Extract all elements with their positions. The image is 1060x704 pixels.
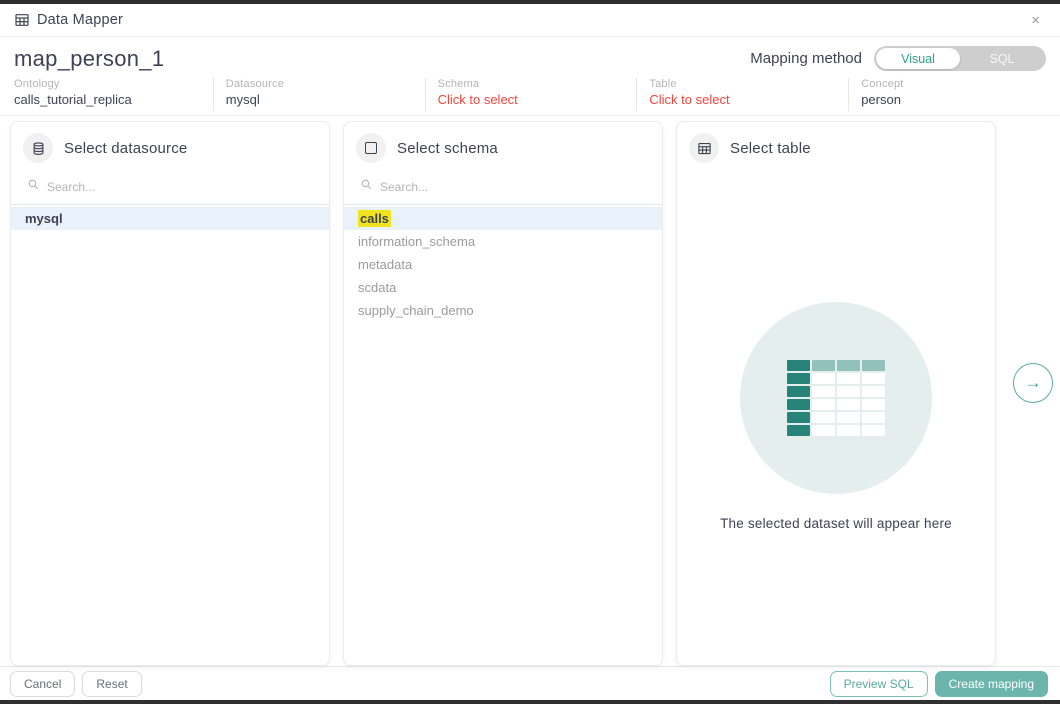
panel-title: Select datasource [64, 140, 187, 157]
preview-sql-button[interactable]: Preview SQL [830, 671, 928, 697]
cancel-button[interactable]: Cancel [10, 671, 75, 697]
toggle-option-sql[interactable]: SQL [960, 48, 1044, 69]
schema-list: calls information_schema metadata scdata [344, 205, 662, 322]
table-panel: Select table [676, 121, 996, 666]
field-ontology: Ontology calls_tutorial_replica [14, 78, 213, 111]
mapping-method: Mapping method Visual SQL [750, 46, 1046, 71]
square-icon [356, 133, 386, 163]
next-arrow-button[interactable]: → [1013, 363, 1053, 403]
close-icon[interactable]: × [1025, 11, 1046, 30]
field-value: mysql [226, 92, 415, 107]
list-item-supply-chain-demo[interactable]: supply_chain_demo [344, 299, 662, 322]
highlighted-match: calls [358, 210, 391, 227]
list-item-label: metadata [358, 257, 412, 272]
schema-panel: Select schema calls [343, 121, 663, 666]
toggle-option-visual[interactable]: Visual [876, 48, 960, 69]
field-label: Table [649, 78, 838, 90]
field-schema[interactable]: Schema Click to select [425, 78, 637, 111]
list-item-label: mysql [25, 211, 63, 226]
field-value-click-to-select[interactable]: Click to select [438, 92, 627, 107]
field-value: person [861, 92, 1050, 107]
mapping-method-toggle: Visual SQL [874, 46, 1046, 71]
field-value-click-to-select[interactable]: Click to select [649, 92, 838, 107]
field-concept: Concept person [848, 78, 1060, 111]
table-illustration [787, 360, 885, 436]
backdrop-bottom-edge [0, 700, 1060, 704]
dialog-footer: Cancel Reset Preview SQL Create mapping [0, 666, 1060, 700]
modal-header: Data Mapper × [0, 4, 1060, 37]
panel-title: Select table [730, 140, 811, 157]
arrow-right-icon: → [1025, 373, 1042, 393]
list-item-calls[interactable]: calls [344, 207, 662, 230]
schema-search[interactable] [344, 172, 662, 205]
empty-state-caption: The selected dataset will appear here [720, 516, 952, 531]
field-value: calls_tutorial_replica [14, 92, 203, 107]
field-label: Datasource [226, 78, 415, 90]
dialog-title: Data Mapper [37, 12, 123, 28]
list-item-information-schema[interactable]: information_schema [344, 230, 662, 253]
list-item-label: supply_chain_demo [358, 303, 474, 318]
datasource-search-input[interactable] [47, 180, 267, 194]
table-panel-header: Select table [677, 122, 995, 172]
field-label: Schema [438, 78, 627, 90]
field-table[interactable]: Table Click to select [636, 78, 848, 111]
field-label: Concept [861, 78, 1050, 90]
search-icon [360, 178, 373, 196]
empty-state-circle [740, 302, 932, 494]
mapping-method-label: Mapping method [750, 50, 862, 67]
table-grid-icon [14, 12, 30, 28]
table-grid-icon [689, 133, 719, 163]
list-item-metadata[interactable]: metadata [344, 253, 662, 276]
data-mapper-modal: Data Mapper × map_person_1 Mapping metho… [0, 4, 1060, 700]
data-mapper-dialog: Data Mapper × map_person_1 Mapping metho… [0, 0, 1060, 704]
table-empty-state: The selected dataset will appear here [677, 172, 995, 665]
mapping-fields-row: Ontology calls_tutorial_replica Datasour… [0, 78, 1060, 115]
search-icon [27, 178, 40, 196]
field-datasource: Datasource mysql [213, 78, 425, 111]
list-item-scdata[interactable]: scdata [344, 276, 662, 299]
create-mapping-button[interactable]: Create mapping [935, 671, 1048, 697]
list-item-label: information_schema [358, 234, 475, 249]
list-item-label: scdata [358, 280, 396, 295]
selector-content: Select datasource mysql [0, 116, 1060, 666]
mapping-name: map_person_1 [14, 46, 164, 72]
title-row: map_person_1 Mapping method Visual SQL [0, 37, 1060, 78]
list-item-mysql[interactable]: mysql [11, 207, 329, 230]
datasource-panel-header: Select datasource [11, 122, 329, 172]
database-icon [23, 133, 53, 163]
datasource-search[interactable] [11, 172, 329, 205]
datasource-list: mysql [11, 205, 329, 230]
schema-panel-header: Select schema [344, 122, 662, 172]
panel-title: Select schema [397, 140, 498, 157]
reset-button[interactable]: Reset [82, 671, 141, 697]
field-label: Ontology [14, 78, 203, 90]
schema-search-input[interactable] [380, 180, 600, 194]
datasource-panel: Select datasource mysql [10, 121, 330, 666]
